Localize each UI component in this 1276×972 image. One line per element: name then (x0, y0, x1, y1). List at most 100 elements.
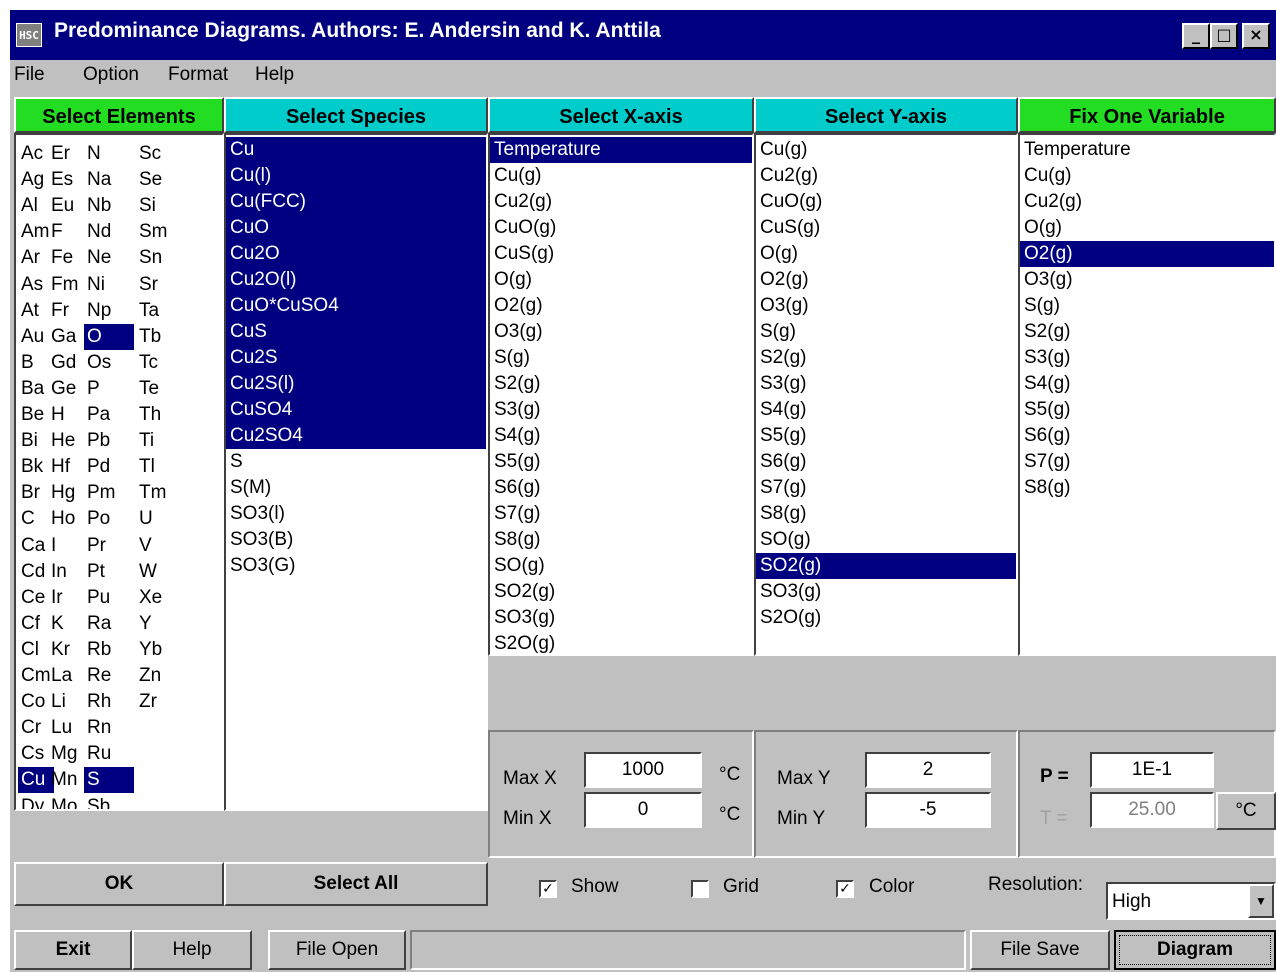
element-ta[interactable]: Ta (136, 298, 182, 324)
element-na[interactable]: Na (84, 167, 134, 193)
xaxis-item[interactable]: S(g) (490, 345, 752, 371)
yaxis-item[interactable]: O(g) (756, 241, 1016, 267)
yaxis-item[interactable]: SO2(g) (756, 553, 1016, 579)
element-sb[interactable]: Sb (84, 794, 134, 810)
xaxis-item[interactable]: O3(g) (490, 319, 752, 345)
yaxis-item[interactable]: Cu(g) (756, 137, 1016, 163)
xaxis-item[interactable]: CuS(g) (490, 241, 752, 267)
file-open-button[interactable]: File Open (268, 930, 406, 970)
element-ne[interactable]: Ne (84, 245, 134, 271)
xaxis-item[interactable]: S5(g) (490, 449, 752, 475)
menu-format[interactable]: Format (168, 64, 228, 86)
element-s[interactable]: S (84, 767, 134, 794)
element-tl[interactable]: Tl (136, 454, 182, 480)
species-list[interactable]: Cu Cu(l) Cu(FCC) CuO Cu2O Cu2O(l) CuO*CuSO4 CuS… (224, 133, 488, 811)
species-item[interactable]: CuO*CuSO4 (226, 293, 486, 319)
menu-option[interactable]: Option (83, 64, 139, 86)
yaxis-item[interactable]: S(g) (756, 319, 1016, 345)
xaxis-item[interactable]: S7(g) (490, 501, 752, 527)
xaxis-list[interactable]: Temperature Cu(g) Cu2(g) CuO(g) CuS(g) O(g) O2… (488, 133, 754, 656)
xaxis-item[interactable]: S8(g) (490, 527, 752, 553)
species-item[interactable]: S(M) (226, 475, 486, 501)
element-re[interactable]: Re (84, 663, 134, 689)
element-xe[interactable]: Xe (136, 585, 182, 611)
xaxis-item[interactable]: S2O(g) (490, 631, 752, 654)
element-o[interactable]: O (84, 323, 134, 350)
element-ru[interactable]: Ru (84, 741, 134, 767)
element-y[interactable]: Y (136, 611, 182, 637)
element-w[interactable]: W (136, 559, 182, 585)
xaxis-item[interactable]: O2(g) (490, 293, 752, 319)
species-item[interactable]: CuO (226, 215, 486, 241)
element-v[interactable]: V (136, 533, 182, 559)
menu-help[interactable]: Help (255, 64, 294, 86)
element-tb[interactable]: Tb (136, 324, 182, 350)
xaxis-item[interactable]: CuO(g) (490, 215, 752, 241)
temperature-unit-button[interactable]: °C (1216, 792, 1276, 830)
yaxis-item[interactable]: S4(g) (756, 397, 1016, 423)
fix-variable-item[interactable]: S6(g) (1020, 423, 1274, 449)
element-u[interactable]: U (136, 506, 182, 532)
color-checkbox[interactable]: ✓ (836, 880, 854, 898)
element-sc[interactable]: Sc (136, 141, 182, 167)
element-te[interactable]: Te (136, 376, 182, 402)
yaxis-item[interactable]: SO3(g) (756, 579, 1016, 605)
xaxis-item[interactable]: SO2(g) (490, 579, 752, 605)
xaxis-item[interactable]: O(g) (490, 267, 752, 293)
yaxis-item[interactable]: SO(g) (756, 527, 1016, 553)
species-item[interactable]: S (226, 449, 486, 475)
file-save-button[interactable]: File Save (970, 930, 1110, 970)
fix-variable-item[interactable]: S5(g) (1020, 397, 1274, 423)
yaxis-item[interactable]: S6(g) (756, 449, 1016, 475)
chevron-down-icon[interactable]: ▼ (1248, 884, 1274, 918)
element-pa[interactable]: Pa (84, 402, 134, 428)
grid-checkbox[interactable] (691, 880, 709, 898)
element-zr[interactable]: Zr (136, 689, 182, 715)
minimize-button[interactable]: _ (1182, 23, 1210, 49)
xaxis-item[interactable]: Temperature (490, 137, 752, 163)
element-tm[interactable]: Tm (136, 480, 182, 506)
species-item[interactable]: CuS (226, 319, 486, 345)
element-sn[interactable]: Sn (136, 245, 182, 271)
species-item[interactable]: CuSO4 (226, 397, 486, 423)
element-po[interactable]: Po (84, 506, 134, 532)
element-sr[interactable]: Sr (136, 272, 182, 298)
yaxis-item[interactable]: S5(g) (756, 423, 1016, 449)
xaxis-item[interactable]: Cu2(g) (490, 189, 752, 215)
xaxis-item[interactable]: S3(g) (490, 397, 752, 423)
fix-variable-item[interactable]: Cu2(g) (1020, 189, 1274, 215)
species-item[interactable]: Cu2O (226, 241, 486, 267)
xaxis-item[interactable]: S6(g) (490, 475, 752, 501)
maxx-input[interactable]: 1000 (584, 752, 702, 788)
fix-variable-item[interactable]: S(g) (1020, 293, 1274, 319)
xaxis-item[interactable]: S4(g) (490, 423, 752, 449)
element-ti[interactable]: Ti (136, 428, 182, 454)
species-item[interactable]: SO3(l) (226, 501, 486, 527)
element-n[interactable]: N (84, 141, 134, 167)
xaxis-item[interactable]: Cu(g) (490, 163, 752, 189)
element-ni[interactable]: Ni (84, 272, 134, 298)
fix-variable-item[interactable]: S2(g) (1020, 319, 1274, 345)
species-item[interactable]: Cu(l) (226, 163, 486, 189)
resolution-select[interactable]: High ▼ (1106, 882, 1276, 920)
element-rb[interactable]: Rb (84, 637, 134, 663)
species-item[interactable]: Cu (226, 137, 486, 163)
yaxis-item[interactable]: S2O(g) (756, 605, 1016, 631)
fix-variable-item[interactable]: S3(g) (1020, 345, 1274, 371)
close-button[interactable]: × (1242, 23, 1270, 49)
element-pd[interactable]: Pd (84, 454, 134, 480)
xaxis-item[interactable]: S2(g) (490, 371, 752, 397)
fix-variable-item[interactable]: O(g) (1020, 215, 1274, 241)
fix-variable-item[interactable]: O3(g) (1020, 267, 1274, 293)
yaxis-item[interactable]: Cu2(g) (756, 163, 1016, 189)
species-item[interactable]: Cu2S (226, 345, 486, 371)
species-item[interactable]: SO3(B) (226, 527, 486, 553)
element-yb[interactable]: Yb (136, 637, 182, 663)
maxy-input[interactable]: 2 (865, 752, 991, 788)
species-item[interactable]: SO3(G) (226, 553, 486, 579)
diagram-button[interactable]: Diagram (1114, 930, 1276, 970)
fix-variable-item[interactable]: Cu(g) (1020, 163, 1274, 189)
elements-list[interactable]: Ac Er N Sc Ag Es Na Se Al Eu Nb Si Am F Nd Sm Ar Fe Ne Sn As… (14, 133, 224, 811)
element-pu[interactable]: Pu (84, 585, 134, 611)
menu-file[interactable]: File (14, 64, 45, 86)
